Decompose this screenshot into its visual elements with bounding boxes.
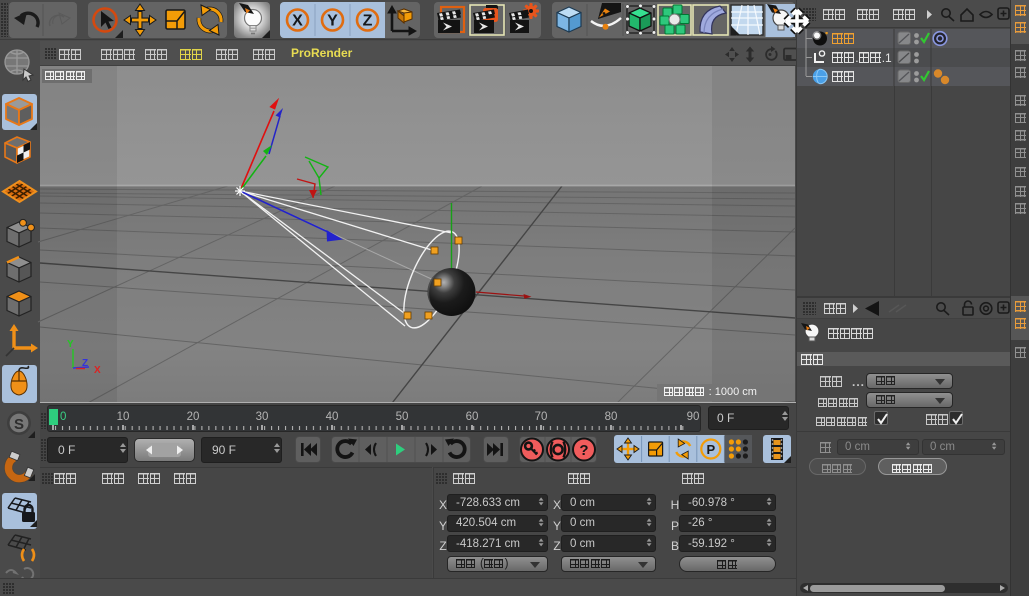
svg-text:Y: Y (327, 13, 338, 30)
svg-text:Z: Z (82, 358, 88, 369)
svg-text:S: S (14, 416, 24, 433)
svg-text:Z: Z (363, 13, 373, 30)
svg-text:?: ? (579, 442, 588, 459)
svg-text:50: 50 (396, 411, 409, 423)
svg-text:30: 30 (256, 411, 269, 423)
svg-text:10: 10 (117, 411, 130, 423)
svg-text:X: X (94, 365, 101, 376)
svg-text:90: 90 (687, 411, 700, 423)
svg-text:80: 80 (605, 411, 618, 423)
svg-text:60: 60 (466, 411, 479, 423)
svg-text:40: 40 (326, 411, 339, 423)
svg-text:0: 0 (60, 411, 66, 423)
svg-text:70: 70 (535, 411, 548, 423)
svg-text:Y: Y (67, 339, 74, 350)
svg-text:P: P (706, 442, 715, 457)
svg-text:20: 20 (187, 411, 200, 423)
svg-text:X: X (292, 13, 303, 30)
